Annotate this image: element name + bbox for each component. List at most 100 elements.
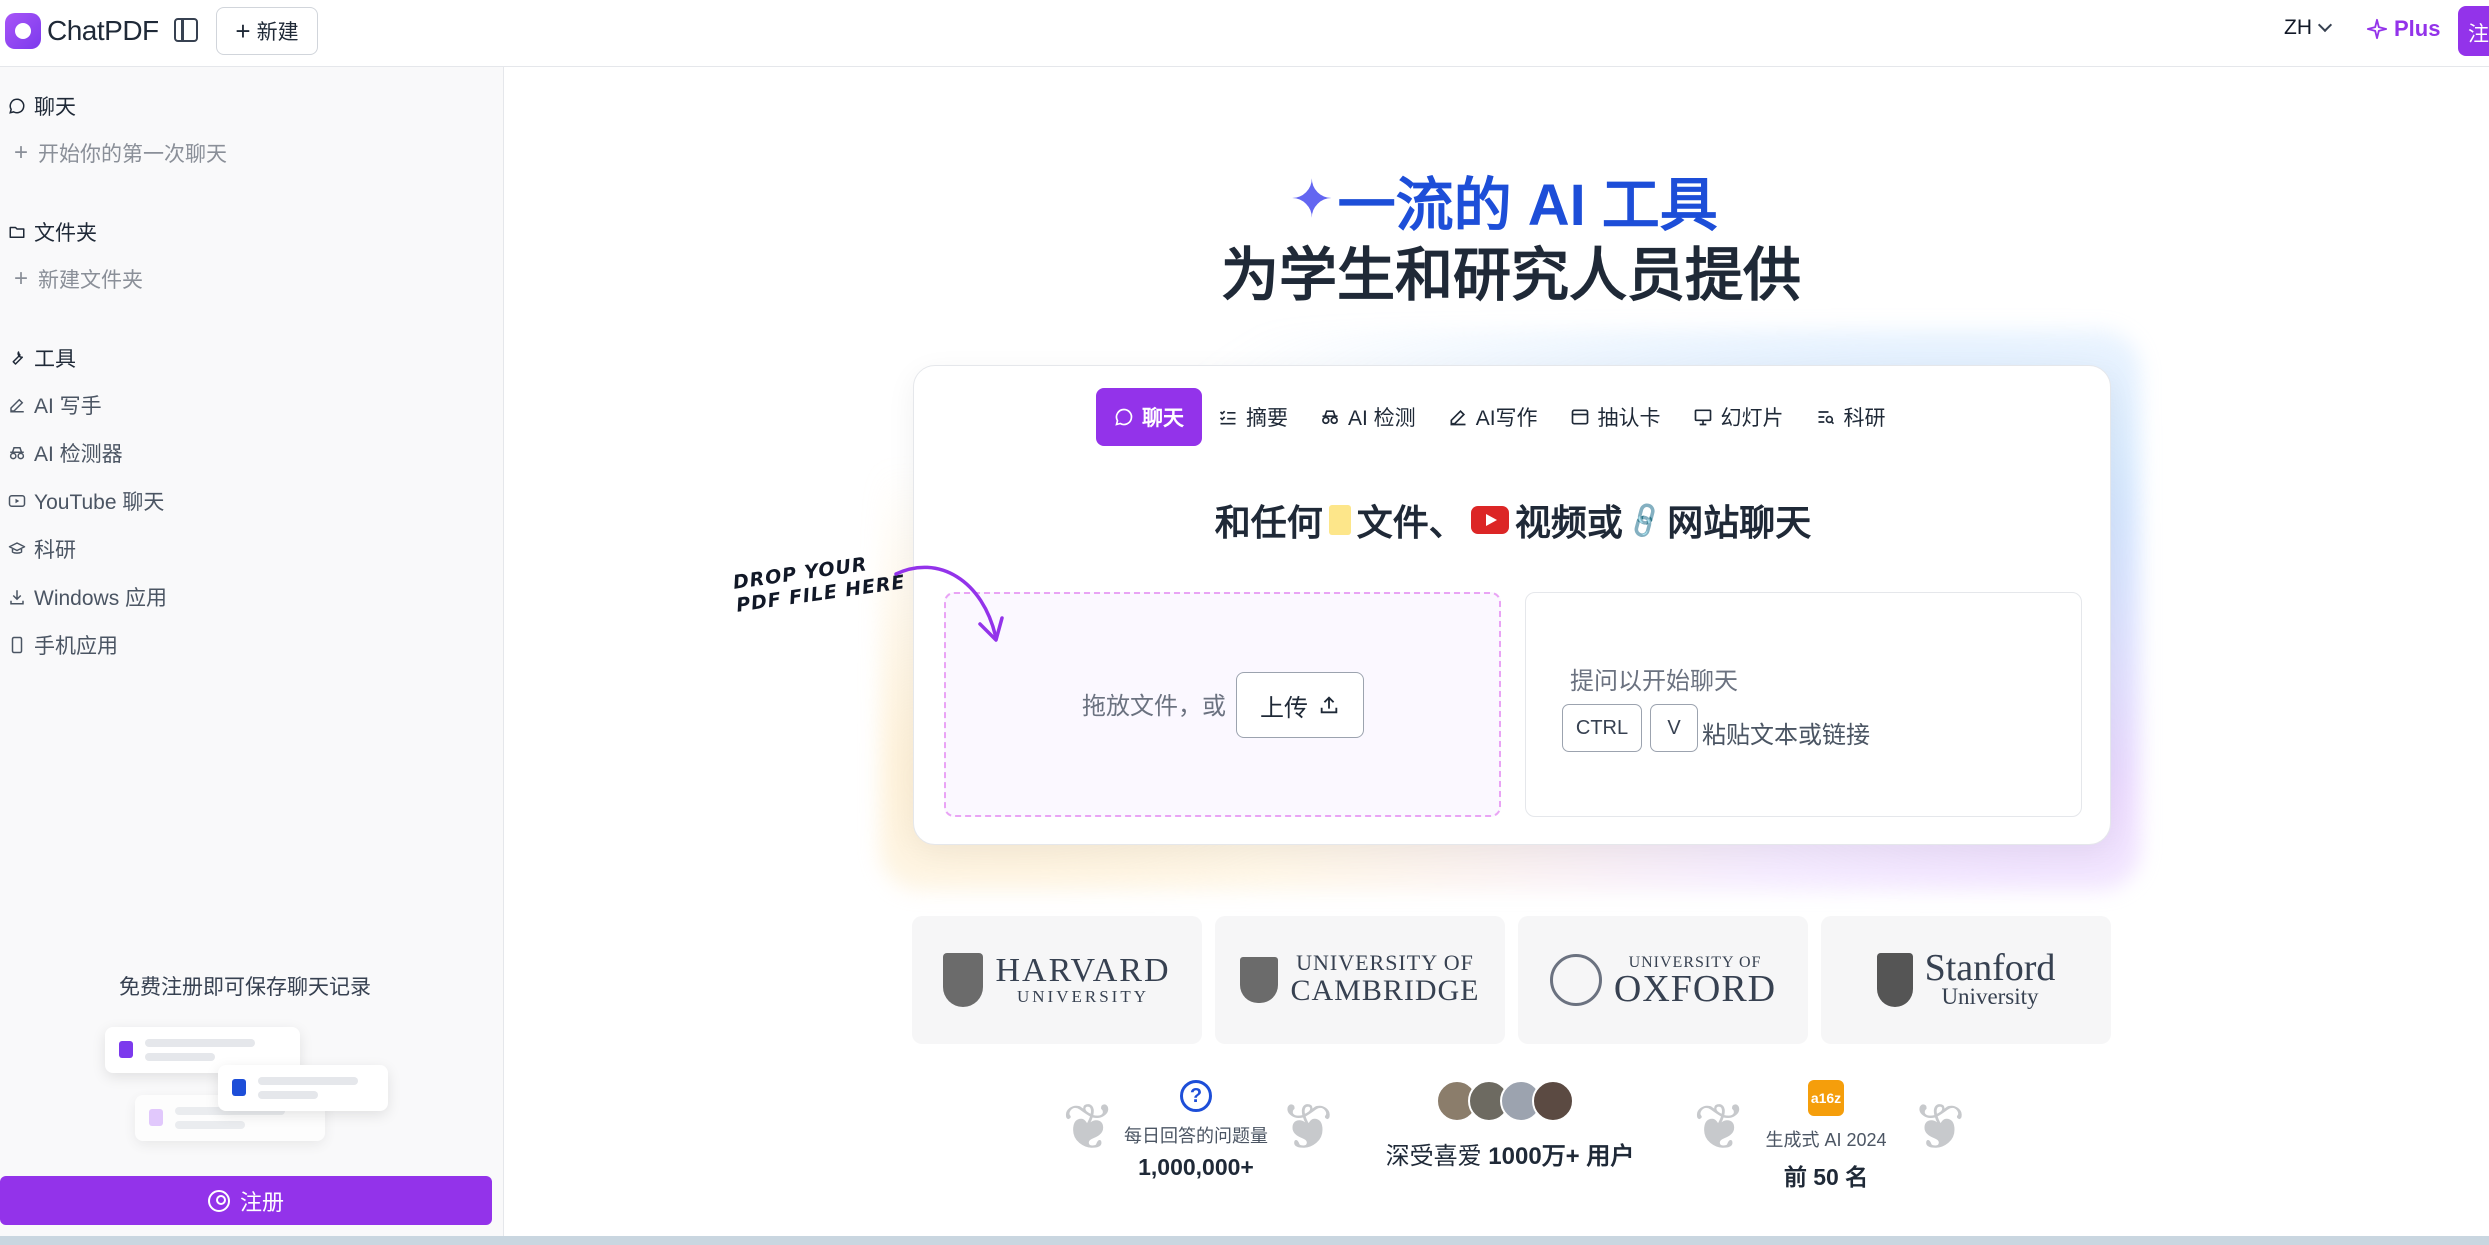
upload-icon xyxy=(1320,696,1338,714)
laurel-right-icon: ❦ xyxy=(1280,1091,1334,1163)
question-mark-icon: ? xyxy=(1180,1080,1212,1112)
document-icon xyxy=(1328,505,1351,535)
tool-label: YouTube 聊天 xyxy=(34,491,165,514)
sidebar-item-youtube-chat[interactable]: YouTube 聊天 xyxy=(8,486,164,516)
detective-icon xyxy=(9,447,25,460)
ctrl-key-hint: CTRL xyxy=(1562,704,1642,752)
sidebar-item-ai-detector[interactable]: AI 检测器 xyxy=(8,438,123,468)
genai-rank-stat: a16z 生成式 AI 2024 前 50 名 xyxy=(1740,1080,1912,1192)
top-bar: ChatPDF + 新建 ZH Plus 注 xyxy=(0,0,2489,67)
laurel-left-icon: ❦ xyxy=(1062,1091,1116,1163)
question-input-box[interactable]: 提问以开始聊天 CTRL V 粘贴文本或链接 xyxy=(1525,592,2082,817)
sidebar-toggle-icon[interactable] xyxy=(174,18,198,42)
app-name: ChatPDF xyxy=(47,15,159,46)
tab-flashcards[interactable]: 抽认卡 xyxy=(1554,388,1677,446)
graduation-cap-icon xyxy=(8,542,26,554)
tab-label: 摘要 xyxy=(1246,407,1288,430)
tab-label: 抽认卡 xyxy=(1597,407,1661,430)
chat-with-part3: 视频或 xyxy=(1514,502,1623,543)
youtube-icon xyxy=(1470,506,1509,534)
hero-title-line2: 为学生和研究人员提供 xyxy=(1220,243,1801,308)
question-placeholder: 提问以开始聊天 xyxy=(1570,668,1738,695)
link-icon: 🔗 xyxy=(1623,498,1667,541)
chat-bubble-icon xyxy=(1115,408,1133,426)
uni-subname: UNIVERSITY xyxy=(1017,987,1149,1006)
uni-name: CAMBRIDGE xyxy=(1290,974,1480,1007)
wrench-icon xyxy=(12,351,23,365)
upload-label: 上传 xyxy=(1260,694,1308,722)
harvard-shield-icon xyxy=(943,953,984,1007)
save-history-note: 免费注册即可保存聊天记录 xyxy=(119,976,371,999)
detective-icon xyxy=(1322,410,1338,425)
sidebar-item-ai-writer[interactable]: AI 写手 xyxy=(8,390,102,420)
main-tool-card: 聊天 摘要 AI 检测 AI写作 抽认卡 幻灯片 科研 和任何 文件、 视频或 … xyxy=(913,365,2111,845)
laurel-left-icon: ❦ xyxy=(1693,1091,1747,1163)
tab-ai-detect[interactable]: AI 检测 xyxy=(1304,388,1432,446)
a16z-badge-icon: a16z xyxy=(1808,1080,1844,1116)
card-icon xyxy=(1571,409,1588,425)
oxford-logo: UNIVERSITY OF OXFORD xyxy=(1518,916,1808,1044)
chatpdf-logo-icon xyxy=(5,13,41,49)
chat-with-part2: 文件、 xyxy=(1356,502,1465,543)
users-stat: 深受喜爱 1000万+ 用户 xyxy=(1370,1080,1650,1171)
signup-button-label: 注册 xyxy=(239,1189,284,1215)
file-dropzone[interactable]: 拖放文件，或 上传 xyxy=(944,592,1501,817)
tab-slides[interactable]: 幻灯片 xyxy=(1677,388,1800,446)
sidebar-item-mobile-app[interactable]: 手机应用 xyxy=(8,630,118,660)
tool-label: AI 检测器 xyxy=(34,443,123,466)
upload-button[interactable]: 上传 xyxy=(1236,672,1364,738)
tool-label: 手机应用 xyxy=(34,635,118,658)
cambridge-logo: UNIVERSITY OF CAMBRIDGE xyxy=(1215,916,1505,1044)
new-chat-label: 新建 xyxy=(256,21,299,44)
signup-top-button[interactable]: 注 xyxy=(2458,6,2489,56)
presentation-icon xyxy=(1694,409,1711,426)
language-selector[interactable]: ZH xyxy=(2284,16,2333,40)
user-avatars xyxy=(1370,1080,1650,1122)
edit-icon xyxy=(1450,409,1466,426)
plus-icon: + xyxy=(14,139,29,166)
stat-value: 1,000,000+ xyxy=(1138,1154,1254,1180)
tab-ai-writing[interactable]: AI写作 xyxy=(1432,388,1554,446)
chat-with-part4: 网站聊天 xyxy=(1667,502,1812,543)
video-icon xyxy=(8,495,26,507)
sparkle-icon xyxy=(2366,18,2388,40)
plus-upgrade-link[interactable]: Plus xyxy=(2366,16,2440,42)
stanford-logo: Stanford University xyxy=(1821,916,2111,1044)
tool-label: Windows 应用 xyxy=(34,587,168,610)
laurel-right-icon: ❦ xyxy=(1912,1091,1966,1163)
sidebar-item-research[interactable]: 科研 xyxy=(8,534,76,564)
tab-summary[interactable]: 摘要 xyxy=(1202,388,1304,446)
chevron-down-icon xyxy=(2317,17,2333,33)
tool-label: 科研 xyxy=(34,539,76,562)
new-chat-button[interactable]: + 新建 xyxy=(216,7,318,55)
harvard-logo: HARVARD UNIVERSITY xyxy=(912,916,1202,1044)
cambridge-crest-icon xyxy=(1240,957,1279,1003)
dropzone-text: 拖放文件，或 xyxy=(1082,693,1226,720)
uni-subname: University xyxy=(1941,984,2039,1009)
tool-label: AI 写手 xyxy=(34,395,102,418)
search-list-icon xyxy=(1818,411,1834,425)
tab-label: AI写作 xyxy=(1475,407,1538,430)
curved-arrow-icon xyxy=(894,565,1004,642)
oxford-crest-icon xyxy=(1549,954,1602,1006)
language-label: ZH xyxy=(2284,16,2312,39)
tool-tabs: 聊天 摘要 AI 检测 AI写作 抽认卡 幻灯片 科研 xyxy=(1096,388,1902,446)
sidebar-item-windows-app[interactable]: Windows 应用 xyxy=(8,582,167,612)
chat-heading-label: 聊天 xyxy=(34,96,76,119)
app-logo[interactable]: ChatPDF xyxy=(5,13,159,49)
sidebar-chat-heading: 聊天 xyxy=(8,91,76,121)
sidebar-new-chat[interactable]: + 开始你的第一次聊天 xyxy=(14,138,227,168)
paste-hint-text: 粘贴文本或链接 xyxy=(1702,722,1870,749)
avatar xyxy=(1532,1080,1574,1122)
uni-name: Stanford xyxy=(1924,947,2056,989)
signup-button[interactable]: 注册 xyxy=(0,1176,492,1225)
uni-name: HARVARD xyxy=(995,952,1171,989)
daily-questions-stat: ? 每日回答的问题量 1,000,000+ xyxy=(1110,1080,1282,1181)
users-stat-value: 1000万+ 用户 xyxy=(1488,1143,1635,1170)
tab-chat[interactable]: 聊天 xyxy=(1096,388,1202,446)
bottom-edge xyxy=(0,1236,2489,1245)
new-chat-link-label: 开始你的第一次聊天 xyxy=(38,143,228,166)
users-stat-prefix: 深受喜爱 xyxy=(1385,1143,1482,1170)
chat-with-part1: 和任何 xyxy=(1214,502,1323,543)
tab-research[interactable]: 科研 xyxy=(1800,388,1902,446)
